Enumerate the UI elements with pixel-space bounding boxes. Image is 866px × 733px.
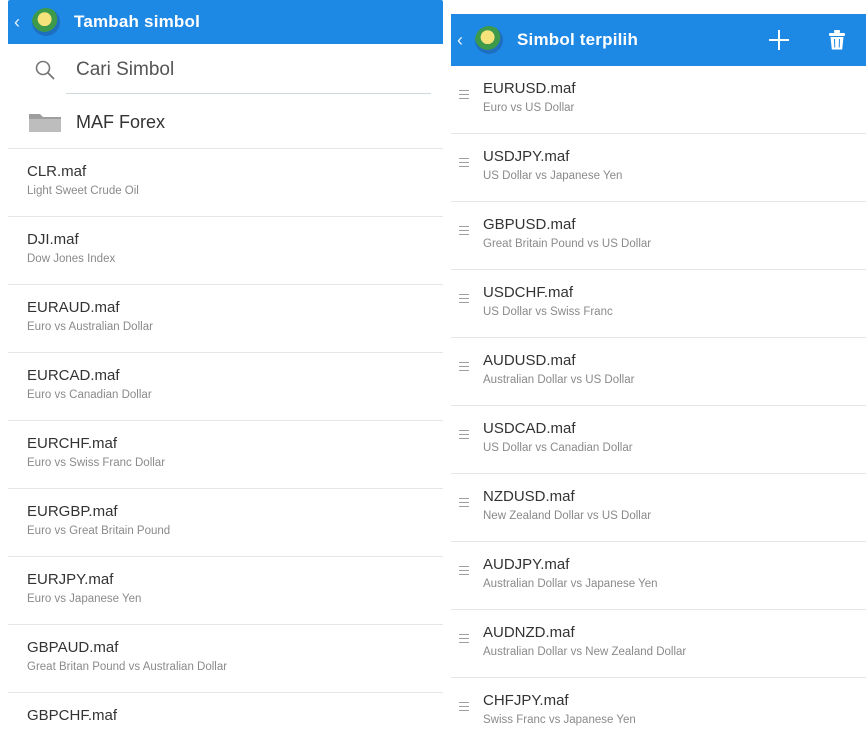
available-symbol-list: CLR.maf Light Sweet Crude Oil DJI.maf Do… bbox=[8, 149, 443, 733]
drag-handle-icon[interactable] bbox=[459, 634, 469, 646]
folder-label: MAF Forex bbox=[76, 111, 166, 132]
drag-handle-icon[interactable] bbox=[459, 158, 469, 170]
symbol-name: EURCHF.maf bbox=[27, 435, 118, 452]
search-underline bbox=[66, 93, 431, 94]
symbol-description: US Dollar vs Swiss Franc bbox=[483, 306, 613, 318]
selected-symbol-item[interactable]: USDCAD.maf US Dollar vs Canadian Dollar bbox=[451, 406, 866, 474]
selected-symbol-list: EURUSD.maf Euro vs US Dollar USDJPY.maf … bbox=[451, 66, 866, 733]
symbol-name: USDCHF.maf bbox=[483, 284, 574, 301]
symbol-item[interactable]: EURCAD.maf Euro vs Canadian Dollar bbox=[8, 353, 443, 421]
drag-handle-icon[interactable] bbox=[459, 294, 469, 306]
symbol-description: Euro vs Great Britain Pound bbox=[27, 525, 171, 537]
symbol-name: GBPUSD.maf bbox=[483, 216, 576, 233]
left-app-bar: ‹ Tambah simbol bbox=[8, 0, 443, 44]
drag-handle-icon[interactable] bbox=[459, 90, 469, 102]
drag-handle-icon[interactable] bbox=[459, 566, 469, 578]
symbol-item[interactable]: EURAUD.maf Euro vs Australian Dollar bbox=[8, 285, 443, 353]
app-logo-icon bbox=[475, 26, 503, 54]
drag-handle-icon[interactable] bbox=[459, 498, 469, 510]
search-icon bbox=[35, 60, 55, 80]
symbol-name: EURUSD.maf bbox=[483, 80, 576, 97]
symbol-description: Great Britain Pound vs US Dollar bbox=[483, 238, 652, 250]
symbol-item[interactable]: CLR.maf Light Sweet Crude Oil bbox=[8, 149, 443, 217]
selected-symbol-item[interactable]: USDJPY.maf US Dollar vs Japanese Yen bbox=[451, 134, 866, 202]
symbol-name: GBPCHF.maf bbox=[27, 707, 118, 724]
selected-symbols-screen: ‹ Simbol terpilih EURUSD.maf Euro vs US … bbox=[451, 14, 866, 733]
symbol-name: CLR.maf bbox=[27, 163, 87, 180]
selected-symbol-item[interactable]: CHFJPY.maf Swiss Franc vs Japanese Yen bbox=[451, 678, 866, 733]
app-bar-actions bbox=[750, 14, 866, 66]
symbol-name: CHFJPY.maf bbox=[483, 692, 569, 709]
selected-symbol-item[interactable]: GBPUSD.maf Great Britain Pound vs US Dol… bbox=[451, 202, 866, 270]
symbol-description: Euro vs Australian Dollar bbox=[27, 321, 153, 333]
symbol-name: AUDUSD.maf bbox=[483, 352, 576, 369]
selected-symbol-item[interactable]: EURUSD.maf Euro vs US Dollar bbox=[451, 66, 866, 134]
back-chevron-icon[interactable]: ‹ bbox=[457, 30, 467, 51]
symbol-description: Euro vs Canadian Dollar bbox=[27, 389, 152, 401]
symbol-description: US Dollar vs Japanese Yen bbox=[483, 170, 623, 182]
symbol-name: NZDUSD.maf bbox=[483, 488, 575, 505]
drag-handle-icon[interactable] bbox=[459, 362, 469, 374]
symbol-description: Australian Dollar vs Japanese Yen bbox=[483, 578, 658, 590]
symbol-description: New Zealand Dollar vs US Dollar bbox=[483, 510, 652, 522]
drag-handle-icon[interactable] bbox=[459, 226, 469, 238]
symbol-description: Euro vs Swiss Franc Dollar bbox=[27, 457, 166, 469]
symbol-name: EURAUD.maf bbox=[27, 299, 120, 316]
symbol-item[interactable]: GBPCHF.maf bbox=[8, 693, 443, 733]
symbol-name: AUDNZD.maf bbox=[483, 624, 575, 641]
symbol-description: Australian Dollar vs New Zealand Dollar bbox=[483, 646, 687, 658]
folder-item-maf-forex[interactable]: MAF Forex bbox=[8, 96, 443, 149]
symbol-item[interactable]: EURJPY.maf Euro vs Japanese Yen bbox=[8, 557, 443, 625]
selected-symbol-item[interactable]: AUDUSD.maf Australian Dollar vs US Dolla… bbox=[451, 338, 866, 406]
symbol-name: USDCAD.maf bbox=[483, 420, 576, 437]
left-page-title: Tambah simbol bbox=[74, 12, 201, 31]
drag-handle-icon[interactable] bbox=[459, 430, 469, 442]
symbol-description: Swiss Franc vs Japanese Yen bbox=[483, 714, 636, 726]
symbol-name: DJI.maf bbox=[27, 231, 79, 248]
right-page-title: Simbol terpilih bbox=[517, 30, 639, 49]
symbol-description: Australian Dollar vs US Dollar bbox=[483, 374, 635, 386]
app-logo-icon bbox=[32, 8, 60, 36]
symbol-description: Great Britan Pound vs Australian Dollar bbox=[27, 661, 228, 673]
symbol-name: EURCAD.maf bbox=[27, 367, 120, 384]
add-symbol-screen: ‹ Tambah simbol MAF Forex CLR.maf Light … bbox=[8, 0, 443, 733]
folder-icon bbox=[29, 114, 61, 132]
plus-icon bbox=[769, 30, 789, 50]
selected-symbol-item[interactable]: AUDNZD.maf Australian Dollar vs New Zeal… bbox=[451, 610, 866, 678]
search-input[interactable] bbox=[74, 58, 408, 82]
add-symbol-button[interactable] bbox=[750, 14, 808, 66]
right-app-bar: ‹ Simbol terpilih bbox=[451, 14, 866, 66]
symbol-item[interactable]: DJI.maf Dow Jones Index bbox=[8, 217, 443, 285]
symbol-name: AUDJPY.maf bbox=[483, 556, 570, 573]
symbol-name: EURGBP.maf bbox=[27, 503, 118, 520]
symbol-item[interactable]: EURCHF.maf Euro vs Swiss Franc Dollar bbox=[8, 421, 443, 489]
symbol-item[interactable]: GBPAUD.maf Great Britan Pound vs Austral… bbox=[8, 625, 443, 693]
symbol-name: USDJPY.maf bbox=[483, 148, 570, 165]
selected-symbol-item[interactable]: USDCHF.maf US Dollar vs Swiss Franc bbox=[451, 270, 866, 338]
back-chevron-icon[interactable]: ‹ bbox=[14, 12, 24, 33]
delete-symbol-button[interactable] bbox=[808, 14, 866, 66]
trash-icon bbox=[829, 30, 845, 50]
search-bar bbox=[8, 44, 443, 96]
symbol-description: Euro vs US Dollar bbox=[483, 102, 575, 114]
selected-symbol-item[interactable]: AUDJPY.maf Australian Dollar vs Japanese… bbox=[451, 542, 866, 610]
selected-symbol-item[interactable]: NZDUSD.maf New Zealand Dollar vs US Doll… bbox=[451, 474, 866, 542]
symbol-description: US Dollar vs Canadian Dollar bbox=[483, 442, 633, 454]
symbol-description: Light Sweet Crude Oil bbox=[27, 185, 139, 197]
symbol-item[interactable]: EURGBP.maf Euro vs Great Britain Pound bbox=[8, 489, 443, 557]
symbol-description: Dow Jones Index bbox=[27, 253, 116, 265]
drag-handle-icon[interactable] bbox=[459, 702, 469, 714]
symbol-description: Euro vs Japanese Yen bbox=[27, 593, 142, 605]
symbol-name: GBPAUD.maf bbox=[27, 639, 119, 656]
symbol-name: EURJPY.maf bbox=[27, 571, 114, 588]
